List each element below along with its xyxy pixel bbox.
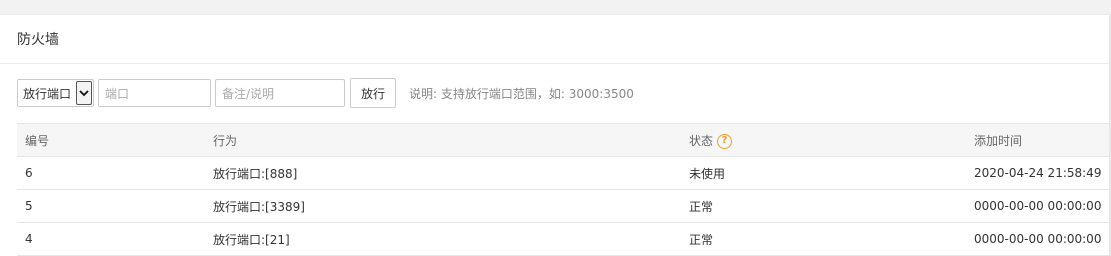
header-status[interactable]: 状态? (681, 123, 966, 157)
cell-status: 正常 (681, 189, 966, 223)
note-input[interactable]: 备注/说明 (215, 79, 345, 107)
cell-action: 放行端口:[888] (205, 156, 681, 190)
toolbar: 放行端口 端口 备注/说明 放行 说明: 支持放行端口范围，如: 3000:35… (17, 78, 634, 108)
table-row: 6 放行端口:[888] 未使用 2020-04-24 21:58:49 (17, 156, 1111, 190)
cell-status: 正常 (681, 222, 966, 256)
allow-port-button[interactable]: 放行 (350, 78, 397, 108)
table-row: 5 放行端口:[3389] 正常 0000-00-00 00:00:00 (17, 189, 1111, 223)
port-input-placeholder: 端口 (105, 86, 130, 101)
cell-status: 未使用 (681, 156, 966, 190)
cell-time: 0000-00-00 00:00:00 (966, 189, 1111, 223)
cell-id: 6 (17, 156, 205, 190)
question-circle-icon[interactable]: ? (717, 133, 733, 149)
rule-type-select-value: 放行端口 (23, 86, 72, 101)
header-id[interactable]: 编号 (17, 123, 205, 157)
hint-text: 说明: 支持放行端口范围，如: 3000:3500 (409, 86, 634, 101)
panel-title: 防火墙 (17, 32, 59, 48)
note-input-placeholder: 备注/说明 (222, 86, 275, 101)
cell-time: 2020-04-24 21:58:49 (966, 156, 1111, 190)
header-time[interactable]: 添加时间 (966, 123, 1111, 157)
cell-action: 放行端口:[21] (205, 222, 681, 256)
cell-id: 4 (17, 222, 205, 256)
port-input[interactable]: 端口 (98, 79, 211, 107)
header-action[interactable]: 行为 (205, 123, 681, 157)
cell-time: 0000-00-00 00:00:00 (966, 222, 1111, 256)
rule-type-select[interactable]: 放行端口 (17, 79, 94, 107)
cell-id: 5 (17, 189, 205, 223)
cell-action: 放行端口:[3389] (205, 189, 681, 223)
table-header-row: 编号 行为 状态? 添加时间 (17, 123, 1111, 157)
table-row: 4 放行端口:[21] 正常 0000-00-00 00:00:00 (17, 222, 1111, 256)
firewall-panel: 防火墙 放行端口 端口 备注/说明 放行 说明: 支持放行端口范围，如: 300… (0, 14, 1111, 256)
header-status-label: 状态 (689, 133, 714, 148)
chevron-down-icon[interactable] (76, 81, 92, 105)
panel-header: 防火墙 (0, 15, 1111, 64)
firewall-rules-table: 编号 行为 状态? 添加时间 6 放行端口:[888] 未使用 2020-04-… (17, 123, 1111, 256)
